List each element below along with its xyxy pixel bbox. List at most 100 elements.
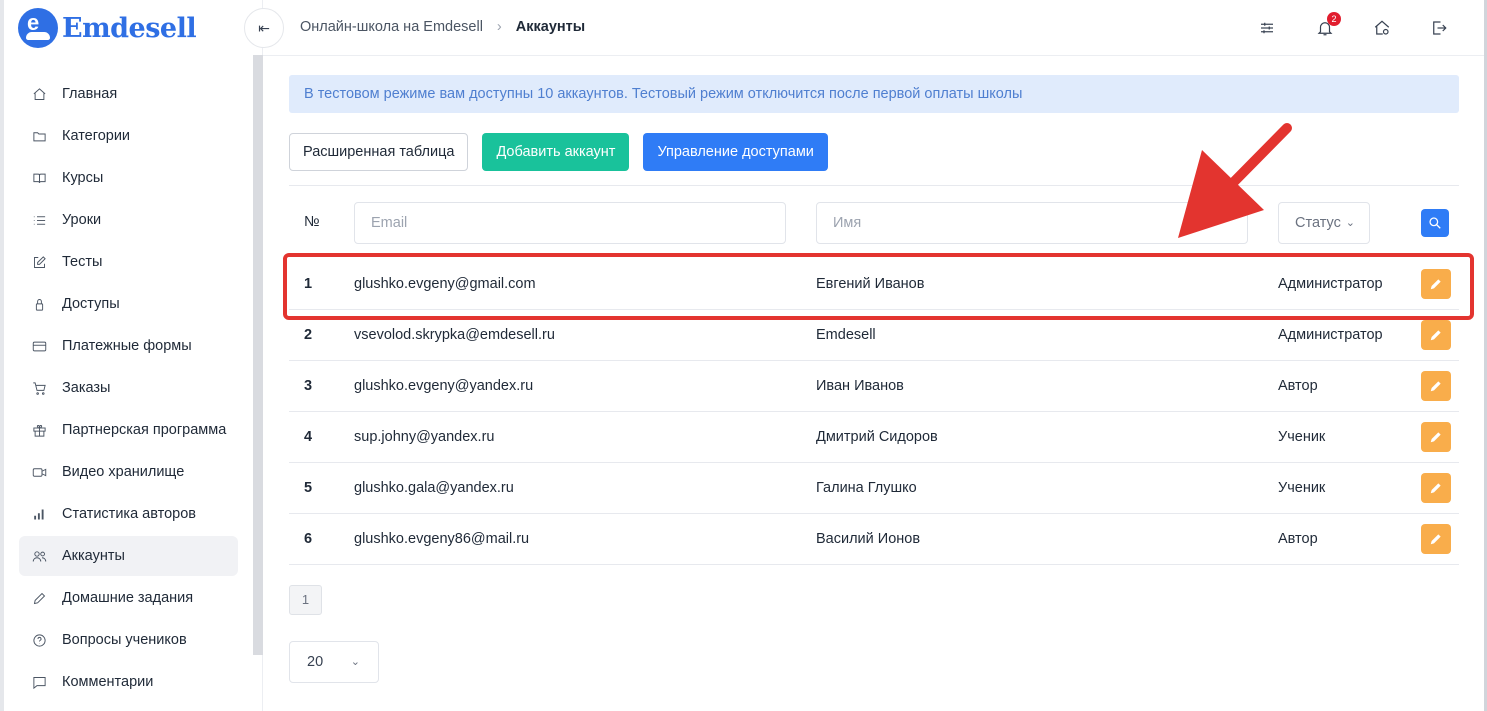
row-email: glushko.gala@yandex.ru xyxy=(354,480,514,496)
sidebar-item-label: Видео хранилище xyxy=(62,464,185,480)
sidebar-item-label: Уроки xyxy=(62,212,102,228)
sidebar-scrollbar[interactable] xyxy=(253,55,263,655)
question-icon xyxy=(31,632,47,648)
number-column-header: № xyxy=(304,214,320,230)
sidebar-item-cart[interactable]: Заказы xyxy=(19,368,238,408)
lock-icon xyxy=(31,296,47,312)
table-row: 4 sup.johny@yandex.ru Дмитрий Сидоров Учени… xyxy=(289,412,1459,463)
credit-card-icon xyxy=(31,338,47,354)
sidebar-item-credit-card[interactable]: Платежные формы xyxy=(19,326,238,366)
row-name: Евгений Иванов xyxy=(816,276,925,292)
email-filter-input[interactable]: Email xyxy=(354,202,786,244)
sidebar-item-list[interactable]: Уроки xyxy=(19,200,238,240)
status-filter-select[interactable]: Статус ⌄ xyxy=(1278,202,1370,244)
name-filter-input[interactable]: Имя xyxy=(816,202,1248,244)
row-number: 5 xyxy=(304,480,313,496)
sidebar-item-label: Категории xyxy=(62,128,131,144)
logout-icon[interactable] xyxy=(1428,17,1450,39)
per-page-value: 20 xyxy=(307,654,324,670)
toolbar: Расширенная таблица Добавить аккаунт Упр… xyxy=(289,133,842,171)
status-filter-label: Статус xyxy=(1295,215,1341,231)
pencil-icon xyxy=(1430,534,1441,545)
sidebar-item-users[interactable]: Аккаунты xyxy=(19,536,238,576)
row-email: sup.johny@yandex.ru xyxy=(354,429,495,445)
divider xyxy=(289,185,1459,186)
add-account-button[interactable]: Добавить аккаунт xyxy=(482,133,630,171)
row-role: Ученик xyxy=(1278,429,1326,445)
gift-icon xyxy=(31,422,47,438)
sidebar-item-label: Комментарии xyxy=(62,674,154,690)
sidebar-item-label: Партнерская программа xyxy=(62,422,227,438)
row-role: Администратор xyxy=(1278,327,1383,343)
extended-table-button[interactable]: Расширенная таблица xyxy=(289,133,469,171)
sidebar-nav: Главная Категории Курсы Уроки Тесты Доступы Пл… xyxy=(19,74,238,704)
row-email: glushko.evgeny@yandex.ru xyxy=(354,378,534,394)
row-number: 1 xyxy=(304,276,313,292)
sidebar-item-label: Аккаунты xyxy=(62,548,125,564)
row-email: vsevolod.skrypka@emdesell.ru xyxy=(354,327,555,343)
chevron-down-icon: ⌄ xyxy=(1345,217,1355,229)
sidebar-item-label: Статистика авторов xyxy=(62,506,197,522)
breadcrumb-item-school[interactable]: Онлайн-школа на Emdesell xyxy=(300,19,483,35)
sidebar-item-lock[interactable]: Доступы xyxy=(19,284,238,324)
edit-button[interactable] xyxy=(1421,320,1451,350)
comment-icon xyxy=(31,674,47,690)
logo-icon: e xyxy=(18,8,58,48)
home-settings-icon[interactable] xyxy=(1371,17,1393,39)
row-email: glushko.evgeny86@mail.ru xyxy=(354,531,530,547)
notification-badge: 2 xyxy=(1327,12,1341,26)
edit-button[interactable] xyxy=(1421,422,1451,452)
sidebar-item-folder[interactable]: Категории xyxy=(19,116,238,156)
breadcrumb: Онлайн-школа на Emdesell › Аккаунты xyxy=(300,19,585,35)
manage-access-button[interactable]: Управление доступами xyxy=(643,133,828,171)
test-mode-alert: В тестовом режиме вам доступны 10 аккаун… xyxy=(289,75,1459,113)
sidebar-item-label: Платежные формы xyxy=(62,338,192,354)
row-number: 6 xyxy=(304,531,313,547)
sidebar-item-edit-square[interactable]: Тесты xyxy=(19,242,238,282)
sidebar-item-bar-chart[interactable]: Статистика авторов xyxy=(19,494,238,534)
search-button[interactable] xyxy=(1421,209,1449,237)
row-role: Администратор xyxy=(1278,276,1383,292)
pencil-icon xyxy=(1430,432,1441,443)
sidebar-item-pencil[interactable]: Домашние задания xyxy=(19,578,238,618)
row-email: glushko.evgeny@gmail.com xyxy=(354,276,536,292)
sidebar-item-question[interactable]: Вопросы учеников xyxy=(19,620,238,660)
table-row: 5 glushko.gala@yandex.ru Галина Глушко Учен… xyxy=(289,463,1459,514)
brand-name: Emdesell xyxy=(62,12,197,44)
sidebar-item-comment[interactable]: Комментарии xyxy=(19,662,238,702)
sidebar-item-home[interactable]: Главная xyxy=(19,74,238,114)
accounts-table: 1 glushko.evgeny@gmail.com Евгений Иванов А… xyxy=(289,259,1459,565)
edit-button[interactable] xyxy=(1421,473,1451,503)
edit-button[interactable] xyxy=(1421,371,1451,401)
video-icon xyxy=(31,464,47,480)
edit-button[interactable] xyxy=(1421,524,1451,554)
sidebar-item-label: Вопросы учеников xyxy=(62,632,187,648)
per-page-select[interactable]: 20 ⌄ xyxy=(289,641,379,683)
list-icon xyxy=(31,212,47,228)
edit-button[interactable] xyxy=(1421,269,1451,299)
cart-icon xyxy=(31,380,47,396)
row-name: Emdesell xyxy=(816,327,876,343)
collapse-sidebar-button[interactable]: ⇤ xyxy=(244,8,284,48)
sidebar: e Emdesell Главная Категории Курсы Уроки Тес… xyxy=(4,0,263,711)
chevron-down-icon: ⌄ xyxy=(350,656,360,668)
brand-logo[interactable]: e Emdesell xyxy=(18,8,197,48)
row-name: Галина Глушко xyxy=(816,480,917,496)
sidebar-item-book[interactable]: Курсы xyxy=(19,158,238,198)
sidebar-item-video[interactable]: Видео хранилище xyxy=(19,452,238,492)
pagination-page-1[interactable]: 1 xyxy=(289,585,322,615)
bell-icon[interactable]: 2 xyxy=(1314,12,1341,39)
table-row: 3 glushko.evgeny@yandex.ru Иван Иванов Авто… xyxy=(289,361,1459,412)
sidebar-item-label: Заказы xyxy=(62,380,111,396)
row-number: 3 xyxy=(304,378,313,394)
bar-chart-icon xyxy=(31,506,47,522)
row-number: 4 xyxy=(304,429,313,445)
row-role: Автор xyxy=(1278,531,1318,547)
sidebar-item-label: Домашние задания xyxy=(62,590,194,606)
sidebar-item-gift[interactable]: Партнерская программа xyxy=(19,410,238,450)
sidebar-item-label: Курсы xyxy=(62,170,104,186)
table-row: 2 vsevolod.skrypka@emdesell.ru Emdesell Адм… xyxy=(289,310,1459,361)
folder-icon xyxy=(31,128,47,144)
sliders-icon[interactable] xyxy=(1256,17,1278,39)
sidebar-item-label: Тесты xyxy=(62,254,103,270)
